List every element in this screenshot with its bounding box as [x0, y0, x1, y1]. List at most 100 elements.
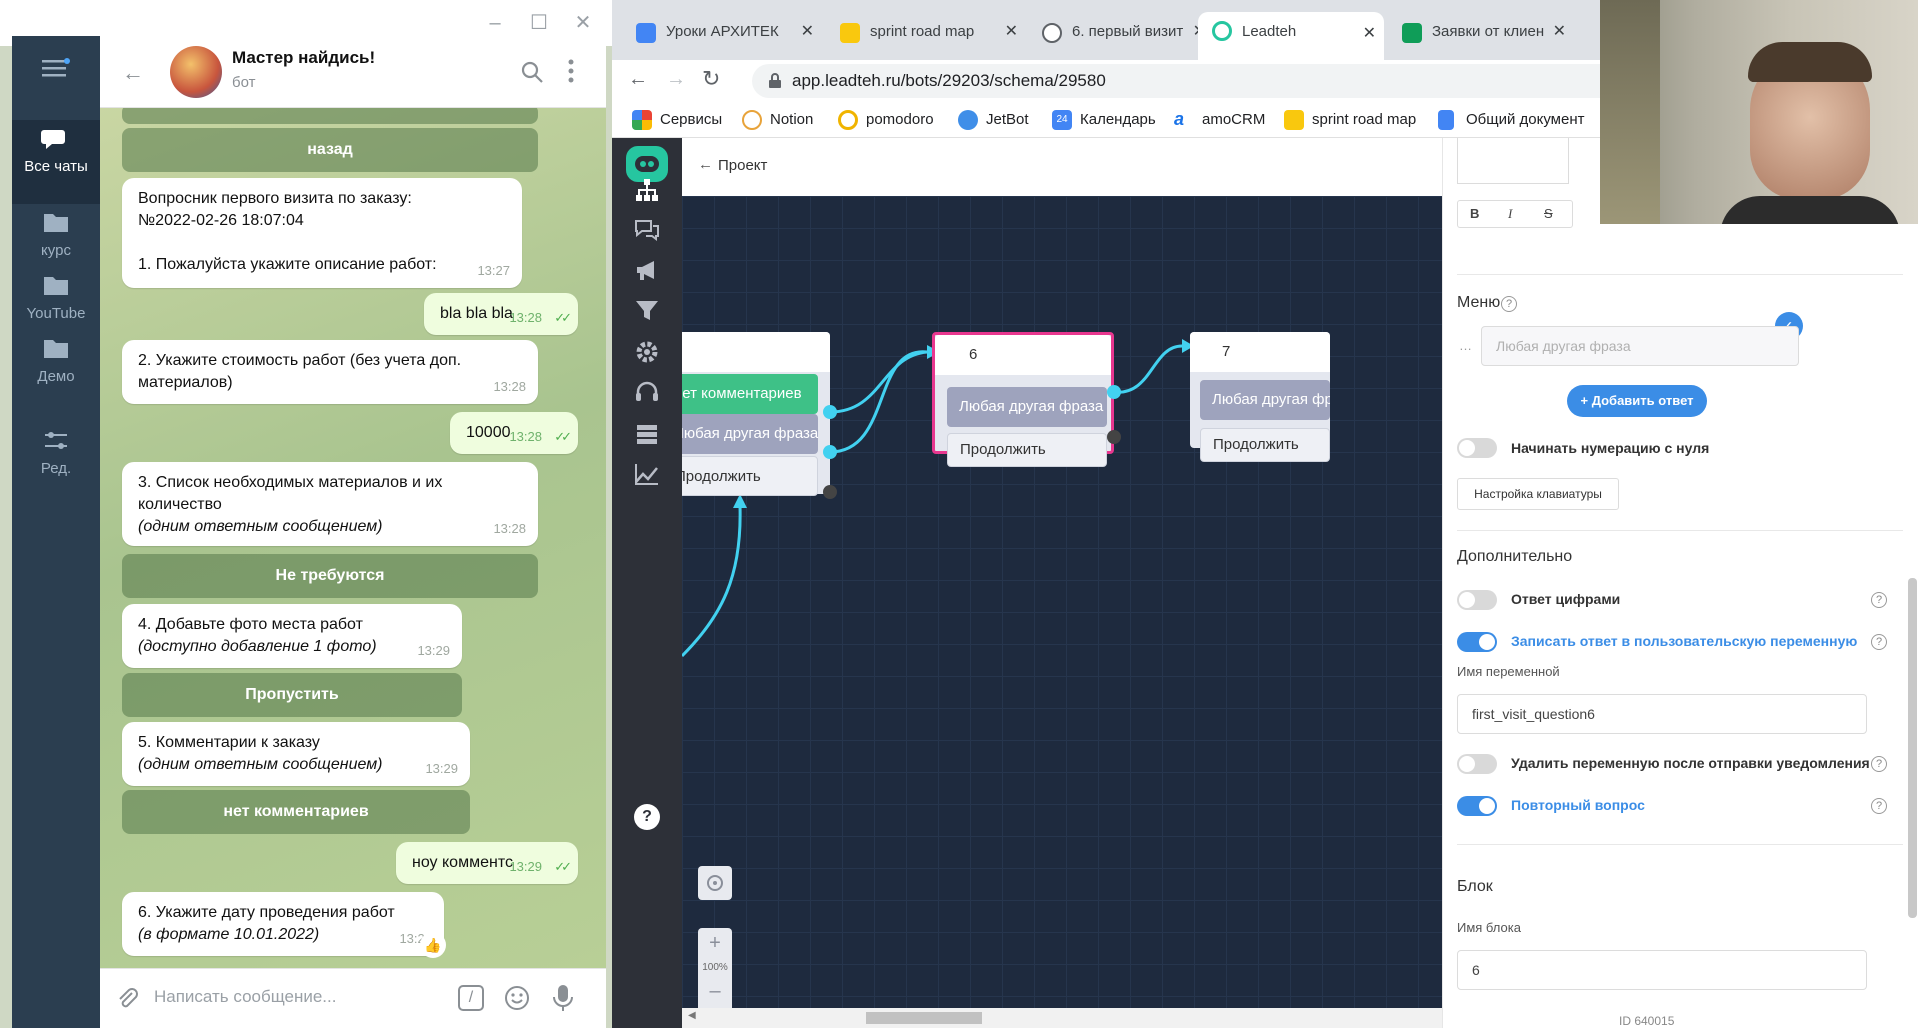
- strikethrough-button[interactable]: S: [1544, 206, 1553, 221]
- schema-canvas[interactable]: нет комментариев Любая другая фраза Прод…: [682, 196, 1512, 1028]
- node-button[interactable]: нет комментариев: [682, 374, 818, 414]
- analytics-icon[interactable]: [633, 460, 661, 488]
- zoom-out-button[interactable]: –: [698, 980, 732, 1003]
- drag-handle-icon[interactable]: …: [1459, 338, 1472, 353]
- close-tab-icon[interactable]: ✕: [1553, 14, 1566, 50]
- bookmark-jetbot[interactable]: JetBot: [958, 108, 1029, 132]
- variable-name-input[interactable]: first_visit_question6: [1457, 694, 1867, 734]
- close-tab-icon[interactable]: ✕: [1363, 14, 1376, 54]
- schema-node-5[interactable]: нет комментариев Любая другая фраза Прод…: [682, 332, 830, 496]
- inline-button-skip[interactable]: Пропустить: [122, 673, 462, 717]
- keyboard-settings-button[interactable]: Настройка клавиатуры: [1457, 478, 1619, 510]
- bookmark-common-doc[interactable]: Общий документ: [1438, 108, 1585, 132]
- help-icon[interactable]: ?: [1871, 798, 1887, 814]
- tab-leadteh[interactable]: Leadteh ✕: [1198, 12, 1384, 60]
- project-link[interactable]: Проект: [718, 157, 767, 174]
- sliders-icon: [45, 432, 67, 449]
- menu-answer-input[interactable]: Любая другая фраза: [1481, 326, 1799, 366]
- bold-button[interactable]: B: [1470, 206, 1479, 221]
- connector-dot[interactable]: [1107, 430, 1121, 444]
- folder-demo[interactable]: Демо: [12, 336, 100, 385]
- help-icon[interactable]: ?: [634, 804, 660, 830]
- folder-kurs[interactable]: курс: [12, 210, 100, 259]
- filter-icon[interactable]: [633, 296, 661, 324]
- node-button[interactable]: Любая другая фраза: [682, 414, 818, 454]
- megaphone-icon[interactable]: [633, 256, 661, 284]
- bookmark-servisy[interactable]: Сервисы: [632, 108, 722, 132]
- inline-button-back[interactable]: назад: [122, 128, 538, 172]
- close-tab-icon[interactable]: ✕: [801, 14, 814, 50]
- connector-dot[interactable]: [823, 405, 837, 419]
- message-input[interactable]: Написать сообщение...: [154, 987, 336, 1007]
- bookmark-calendar[interactable]: 24 Календарь: [1052, 108, 1156, 132]
- inline-button-not-needed[interactable]: Не требуются: [122, 554, 538, 598]
- folder-edit[interactable]: Ред.: [12, 428, 100, 477]
- center-view-icon[interactable]: [698, 866, 732, 900]
- help-icon[interactable]: ?: [1501, 296, 1517, 312]
- inline-button-no-comments[interactable]: нет комментариев: [122, 790, 470, 834]
- connector-dot[interactable]: [1107, 385, 1121, 399]
- gear-icon[interactable]: [633, 338, 661, 366]
- database-icon[interactable]: [633, 420, 661, 448]
- zoom-in-button[interactable]: +: [698, 932, 732, 955]
- back-icon[interactable]: ←: [628, 68, 648, 91]
- schema-icon[interactable]: [633, 176, 661, 204]
- inline-button-partial[interactable]: [122, 108, 538, 124]
- node-button[interactable]: Продолжить: [1200, 428, 1330, 462]
- panel-scrollbar[interactable]: [1908, 578, 1917, 918]
- search-icon[interactable]: [520, 60, 544, 84]
- node-button[interactable]: Продолжить: [682, 456, 818, 496]
- tab-uroki[interactable]: Уроки АРХИТЕК ✕: [622, 14, 822, 50]
- scroll-left-icon[interactable]: ◀: [688, 1010, 696, 1021]
- add-answer-button[interactable]: + Добавить ответ: [1567, 385, 1707, 417]
- folder-all-chats[interactable]: Все чаты: [12, 120, 100, 204]
- horizontal-scrollbar[interactable]: ◀: [682, 1008, 1512, 1028]
- headset-icon[interactable]: [633, 378, 661, 406]
- bookmark-pomodoro[interactable]: pomodoro: [838, 108, 934, 132]
- block-name-input[interactable]: 6: [1457, 950, 1867, 990]
- bot-commands-icon[interactable]: /: [458, 985, 484, 1011]
- tab-sprint-road-map[interactable]: sprint road map ✕: [826, 14, 1026, 50]
- more-vertical-icon[interactable]: [568, 58, 574, 84]
- back-arrow-icon[interactable]: ←: [698, 156, 713, 173]
- repeat-question-toggle[interactable]: [1457, 796, 1497, 816]
- chat-bubbles-icon[interactable]: [633, 216, 661, 244]
- bookmark-amocrm[interactable]: a amoCRM: [1174, 108, 1265, 132]
- reaction-thumbs-up-icon[interactable]: 👍: [420, 932, 446, 958]
- close-tab-icon[interactable]: ✕: [1005, 14, 1018, 50]
- connector-dot[interactable]: [823, 485, 837, 499]
- bookmark-sprint-road-map[interactable]: sprint road map: [1284, 108, 1416, 132]
- schema-node-7[interactable]: 7 Любая другая фраза Продолжить: [1190, 332, 1330, 462]
- attach-icon[interactable]: [114, 985, 140, 1011]
- node-button[interactable]: Любая другая фраза: [1200, 380, 1330, 420]
- text-editor-area[interactable]: [1457, 138, 1569, 184]
- connector-dot[interactable]: [823, 445, 837, 459]
- microphone-icon[interactable]: [552, 983, 574, 1013]
- folder-youtube[interactable]: YouTube: [12, 273, 100, 322]
- scrollbar-thumb[interactable]: [866, 1012, 982, 1024]
- minimize-button[interactable]: –: [482, 10, 508, 36]
- help-icon[interactable]: ?: [1871, 756, 1887, 772]
- numbering-zero-toggle[interactable]: [1457, 438, 1497, 458]
- tab-first-visit[interactable]: 6. первый визит ✕: [1028, 14, 1214, 50]
- save-to-variable-toggle[interactable]: [1457, 632, 1497, 652]
- help-icon[interactable]: ?: [1871, 592, 1887, 608]
- answer-digits-toggle[interactable]: [1457, 590, 1497, 610]
- schema-node-6[interactable]: 6 Любая другая фраза Продолжить: [932, 332, 1114, 467]
- node-button[interactable]: Продолжить: [947, 433, 1107, 467]
- menu-icon[interactable]: [42, 58, 70, 78]
- chat-history[interactable]: назад Вопросник первого визита по заказу…: [100, 108, 606, 968]
- help-icon[interactable]: ?: [1871, 634, 1887, 650]
- bookmark-notion[interactable]: Notion: [742, 108, 813, 132]
- avatar[interactable]: [170, 46, 222, 98]
- tab-zayavki[interactable]: Заявки от клиен ✕: [1388, 14, 1574, 50]
- maximize-button[interactable]: ☐: [526, 10, 552, 36]
- italic-button[interactable]: I: [1508, 206, 1512, 222]
- close-window-button[interactable]: ✕: [570, 10, 596, 36]
- back-arrow-icon[interactable]: ←: [122, 60, 144, 86]
- reload-icon[interactable]: ↻: [702, 66, 720, 92]
- node-button[interactable]: Любая другая фраза: [947, 387, 1107, 427]
- delete-variable-toggle[interactable]: [1457, 754, 1497, 774]
- forward-icon[interactable]: →: [666, 68, 686, 91]
- emoji-icon[interactable]: [504, 985, 530, 1011]
